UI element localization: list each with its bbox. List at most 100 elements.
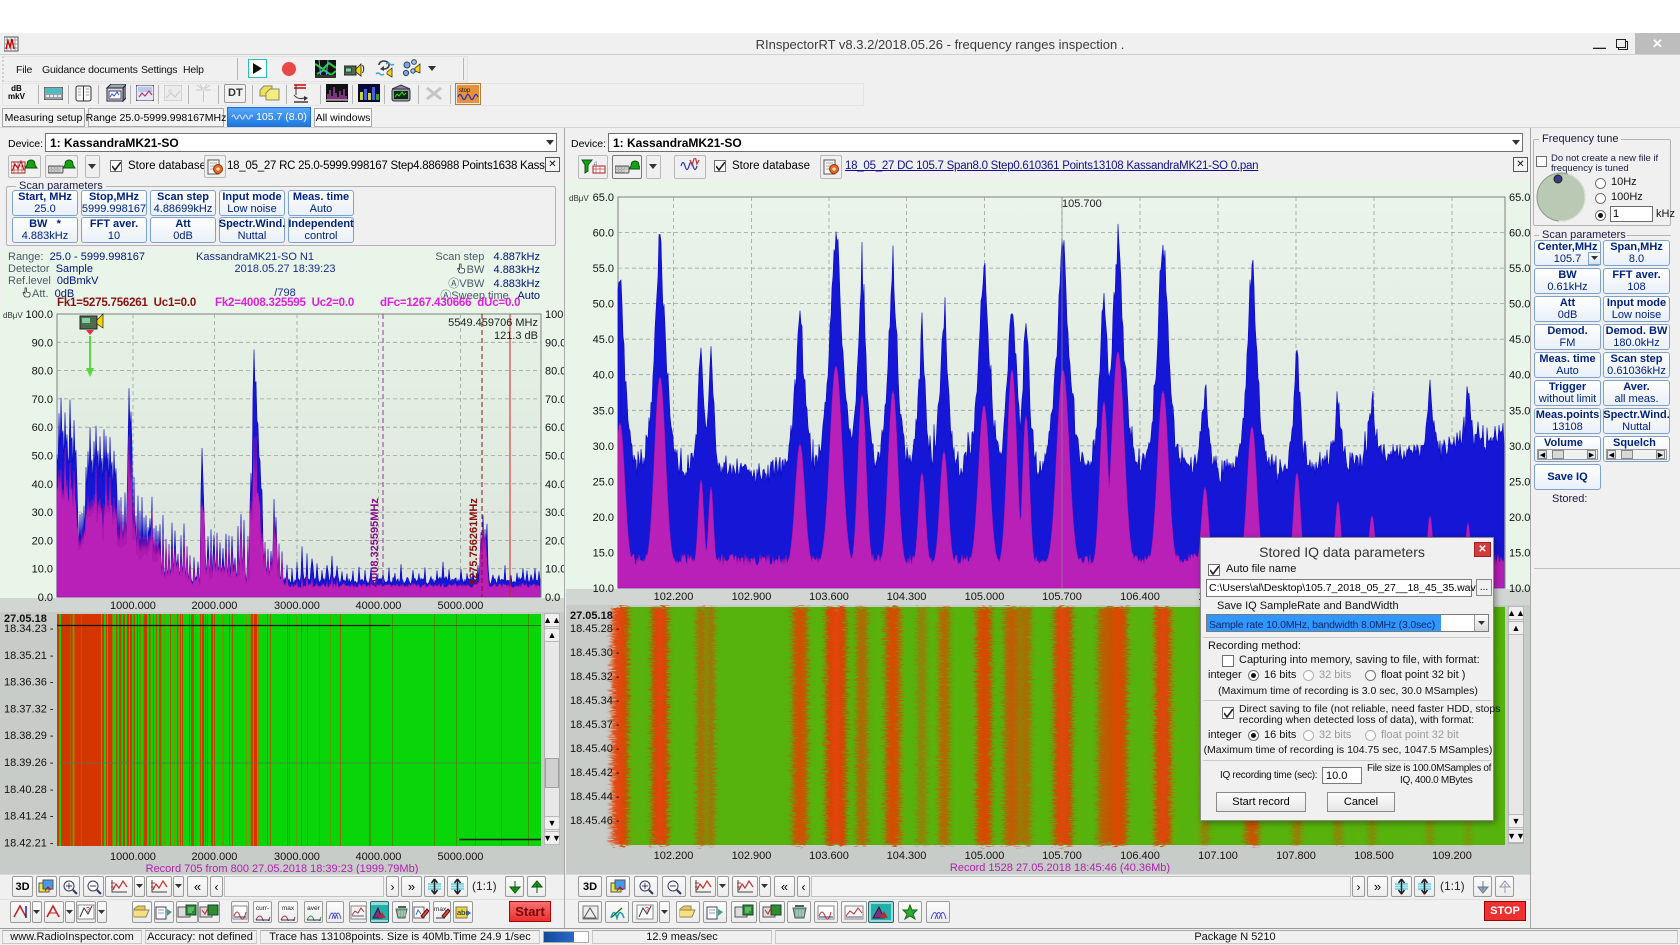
svg-text:dBμV: dBμV xyxy=(569,194,589,203)
svg-text:20.0: 20.0 xyxy=(593,512,614,524)
svg-text:109.200: 109.200 xyxy=(1432,850,1472,862)
svg-text:30.0: 30.0 xyxy=(1509,441,1530,453)
svg-text:18.35.21 -: 18.35.21 - xyxy=(4,650,54,662)
svg-text:20.0: 20.0 xyxy=(545,535,564,547)
svg-text:35.0: 35.0 xyxy=(1509,405,1530,417)
svg-text:40.0: 40.0 xyxy=(1509,370,1530,382)
svg-text:2000.000: 2000.000 xyxy=(192,851,238,863)
svg-text:Record 1528 27.05.2018 18:45:4: Record 1528 27.05.2018 18:45:46 (40.36Mb… xyxy=(950,862,1170,874)
svg-text:20.0: 20.0 xyxy=(1509,512,1530,524)
svg-text:105.000: 105.000 xyxy=(965,850,1005,862)
svg-text:106.400: 106.400 xyxy=(1120,591,1160,603)
svg-text:30.0: 30.0 xyxy=(593,441,614,453)
svg-text:50.0: 50.0 xyxy=(545,451,564,463)
svg-text:35.0: 35.0 xyxy=(593,405,614,417)
svg-text:5275.756261MHz: 5275.756261MHz xyxy=(468,498,480,585)
svg-text:18.45.37 -: 18.45.37 - xyxy=(570,719,620,731)
svg-text:18.45.42 -: 18.45.42 - xyxy=(570,767,620,779)
svg-text:121.3 dB: 121.3 dB xyxy=(494,330,538,342)
svg-text:30.0: 30.0 xyxy=(32,507,53,519)
svg-text:0.0: 0.0 xyxy=(545,592,560,604)
svg-text:4000.000: 4000.000 xyxy=(356,600,402,612)
svg-text:10.0: 10.0 xyxy=(32,564,53,576)
svg-text:60.0: 60.0 xyxy=(545,422,564,434)
svg-text:15.0: 15.0 xyxy=(593,548,614,560)
svg-text:25.0: 25.0 xyxy=(593,476,614,488)
svg-text:30.0: 30.0 xyxy=(545,507,564,519)
svg-text:90.0: 90.0 xyxy=(32,337,53,349)
svg-text:5000.000: 5000.000 xyxy=(438,600,484,612)
svg-text:dBμV: dBμV xyxy=(3,311,23,320)
svg-text:3000.000: 3000.000 xyxy=(274,851,320,863)
svg-text:18.38.29 -: 18.38.29 - xyxy=(4,730,54,742)
svg-text:55.0: 55.0 xyxy=(1509,263,1530,275)
svg-text:Record 705 from 800 27.05.2: Record 705 from 800 27.05.2018 18:39:23 … xyxy=(146,863,419,874)
svg-text:3000.000: 3000.000 xyxy=(274,600,320,612)
svg-text:10.0: 10.0 xyxy=(545,564,564,576)
svg-text:55.0: 55.0 xyxy=(593,263,614,275)
svg-text:60.0: 60.0 xyxy=(593,228,614,240)
svg-text:102.900: 102.900 xyxy=(732,591,772,603)
svg-text:90.0: 90.0 xyxy=(545,337,564,349)
svg-text:50.0: 50.0 xyxy=(32,451,53,463)
svg-text:105.000: 105.000 xyxy=(965,591,1005,603)
svg-text:105.700: 105.700 xyxy=(1062,198,1102,210)
svg-text:65.0: 65.0 xyxy=(1509,193,1530,204)
svg-text:80.0: 80.0 xyxy=(545,366,564,378)
svg-text:18.45.30 -: 18.45.30 - xyxy=(570,647,620,659)
svg-text:70.0: 70.0 xyxy=(32,394,53,406)
svg-text:10.0: 10.0 xyxy=(593,583,614,595)
svg-text:102.200: 102.200 xyxy=(654,850,694,862)
svg-text:105.700: 105.700 xyxy=(1042,591,1082,603)
svg-text:104.300: 104.300 xyxy=(887,850,927,862)
svg-text:10.0: 10.0 xyxy=(1509,583,1530,595)
svg-text:18.45.44 -: 18.45.44 - xyxy=(570,791,620,803)
svg-text:5549.459706 MHz: 5549.459706 MHz xyxy=(448,317,538,329)
svg-text:100.0: 100.0 xyxy=(25,310,53,321)
svg-text:102.900: 102.900 xyxy=(732,850,772,862)
svg-text:18.45.40 -: 18.45.40 - xyxy=(570,743,620,755)
svg-text:18.45.34 -: 18.45.34 - xyxy=(570,695,620,707)
svg-text:18.42.21 -: 18.42.21 - xyxy=(4,837,54,849)
svg-text:18.45.28 -: 18.45.28 - xyxy=(570,623,620,635)
svg-text:♫: ♫ xyxy=(593,161,598,167)
svg-text:50.0: 50.0 xyxy=(1509,299,1530,311)
svg-text:1000.000: 1000.000 xyxy=(110,851,156,863)
svg-text:105.700: 105.700 xyxy=(1042,850,1082,862)
svg-text:4008.325595MHz: 4008.325595MHz xyxy=(369,498,381,585)
svg-text:60.0: 60.0 xyxy=(1509,228,1530,240)
svg-text:18.36.36 -: 18.36.36 - xyxy=(4,677,54,689)
svg-text:108.500: 108.500 xyxy=(1354,850,1394,862)
svg-text:stop: stop xyxy=(459,88,471,94)
svg-text:18.41.24 -: 18.41.24 - xyxy=(4,811,54,823)
svg-text:40.0: 40.0 xyxy=(32,479,53,491)
svg-text:60.0: 60.0 xyxy=(32,422,53,434)
svg-text:5000.000: 5000.000 xyxy=(438,851,484,863)
svg-text:107.800: 107.800 xyxy=(1276,850,1316,862)
svg-text:45.0: 45.0 xyxy=(593,334,614,346)
svg-text:18.39.26 -: 18.39.26 - xyxy=(4,757,54,769)
svg-text:18.37.32 -: 18.37.32 - xyxy=(4,703,54,715)
svg-text:70.0: 70.0 xyxy=(545,394,564,406)
svg-text:104.300: 104.300 xyxy=(887,591,927,603)
svg-text:18.40.28 -: 18.40.28 - xyxy=(4,784,54,796)
svg-text:50.0: 50.0 xyxy=(593,299,614,311)
svg-text:18.45.32 -: 18.45.32 - xyxy=(570,671,620,683)
svg-text:2000.000: 2000.000 xyxy=(192,600,238,612)
svg-text:45.0: 45.0 xyxy=(1509,334,1530,346)
svg-text:103.600: 103.600 xyxy=(809,591,849,603)
svg-text:18.34.23 -: 18.34.23 - xyxy=(4,623,54,635)
svg-text:80.0: 80.0 xyxy=(32,366,53,378)
svg-text:1000.000: 1000.000 xyxy=(110,600,156,612)
svg-text:106.400: 106.400 xyxy=(1120,850,1160,862)
svg-text:107.100: 107.100 xyxy=(1198,850,1238,862)
svg-text:4000.000: 4000.000 xyxy=(356,851,402,863)
svg-text:?: ? xyxy=(86,907,90,914)
svg-text:27.05.18: 27.05.18 xyxy=(570,610,613,622)
svg-text:102.200: 102.200 xyxy=(654,591,694,603)
svg-text:20.0: 20.0 xyxy=(32,535,53,547)
svg-text:25.0: 25.0 xyxy=(1509,476,1530,488)
svg-text:15.0: 15.0 xyxy=(1509,548,1530,560)
svg-text:103.600: 103.600 xyxy=(809,850,849,862)
svg-text:?: ? xyxy=(645,907,649,914)
